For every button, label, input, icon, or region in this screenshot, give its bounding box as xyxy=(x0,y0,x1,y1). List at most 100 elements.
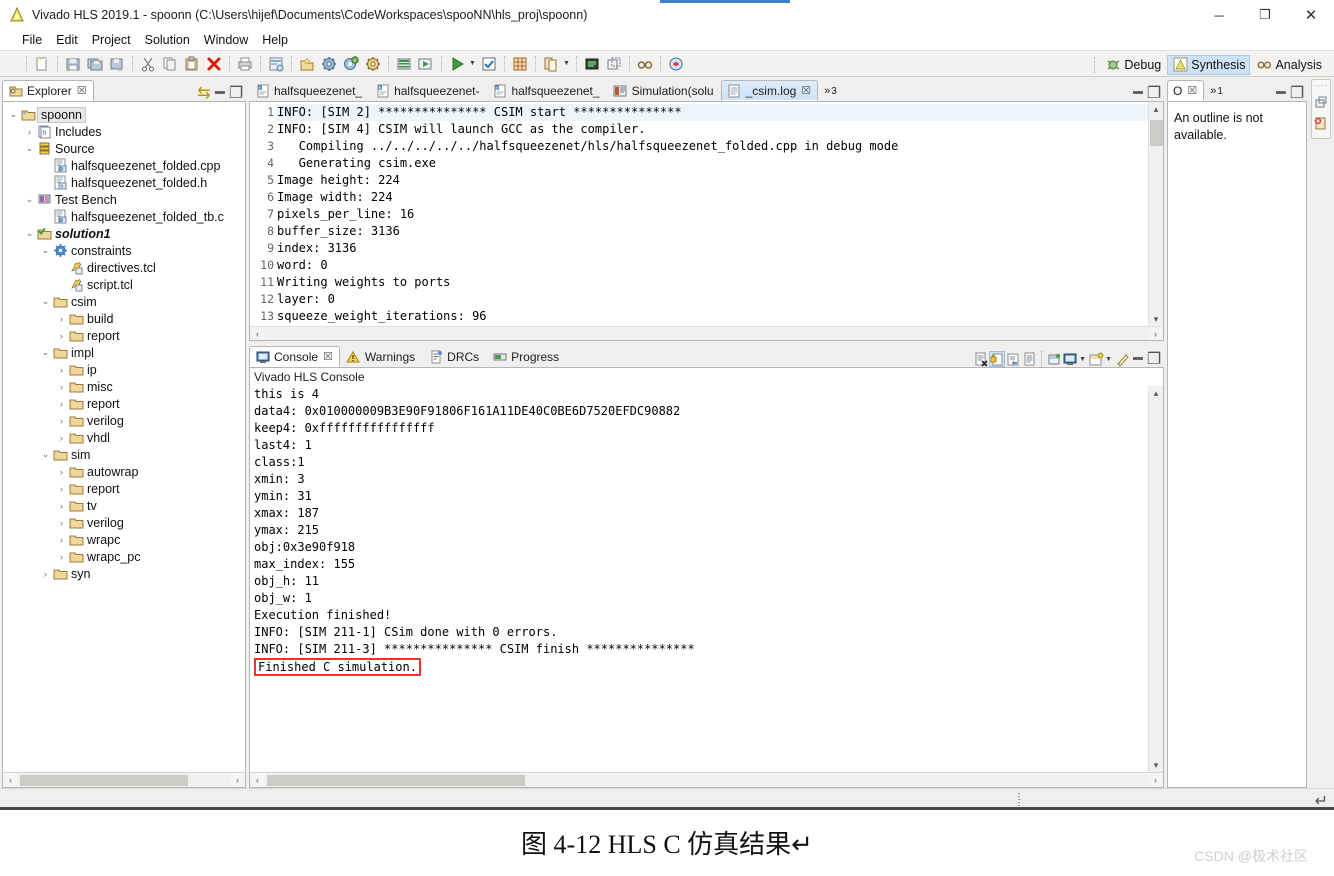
chevron-right-icon[interactable]: › xyxy=(55,552,68,562)
maximize-icon[interactable]: ❐ xyxy=(1146,351,1162,368)
menu-file[interactable]: File xyxy=(22,33,42,47)
tree-item-ip[interactable]: › ip xyxy=(3,361,245,378)
console-hscroll-thumb[interactable] xyxy=(267,774,525,786)
error-log-icon[interactable] xyxy=(1312,114,1330,134)
editor-tab-3[interactable]: Simulation(solu xyxy=(607,80,721,101)
pencil-icon[interactable] xyxy=(1114,351,1130,367)
editor-tab-4[interactable]: _csim.log ☒ xyxy=(720,80,819,101)
chevron-right-icon[interactable]: › xyxy=(55,416,68,426)
csim-log-content[interactable]: INFO: [SIM 2] *************** CSIM start… xyxy=(276,102,1148,326)
tree-item-report[interactable]: › report xyxy=(3,327,245,344)
maximize-icon[interactable]: ❐ xyxy=(228,85,244,102)
chevron-right-icon[interactable]: › xyxy=(55,433,68,443)
tree-item-verilog[interactable]: › verilog xyxy=(3,514,245,531)
display-console-dropdown-icon[interactable]: ▼ xyxy=(1079,356,1086,363)
tree-item-wrapc-pc[interactable]: › wrapc_pc xyxy=(3,548,245,565)
tab-explorer[interactable]: Explorer ☒ xyxy=(2,80,94,101)
clear-console-icon[interactable] xyxy=(973,351,989,367)
console-hscroll-track[interactable] xyxy=(265,773,1148,787)
tree-item-wrapc[interactable]: › wrapc xyxy=(3,531,245,548)
close-icon[interactable]: ☒ xyxy=(801,84,811,97)
delete-icon[interactable] xyxy=(204,54,224,74)
tree-item-test-bench[interactable]: ⌄ Test Bench xyxy=(3,191,245,208)
solution-settings-icon[interactable] xyxy=(319,54,339,74)
chevron-down-icon[interactable]: ⌄ xyxy=(7,109,20,120)
open-report-icon[interactable] xyxy=(416,54,436,74)
copy-solution-dropdown-icon[interactable]: ▼ xyxy=(563,60,570,67)
scroll-right-icon[interactable]: › xyxy=(230,775,245,785)
menu-project[interactable]: Project xyxy=(92,33,131,47)
chevron-down-icon[interactable]: ⌄ xyxy=(23,194,36,205)
new-solution-icon[interactable] xyxy=(297,54,317,74)
tree-item-spoonn[interactable]: ⌄ spoonn xyxy=(3,106,245,123)
editor-tab-1[interactable]: h halfsqueezenet- xyxy=(369,80,486,101)
tree-item-verilog[interactable]: › verilog xyxy=(3,412,245,429)
drag-handle-icon[interactable]: ···· xyxy=(1314,82,1329,90)
scroll-left-icon[interactable]: ‹ xyxy=(3,775,18,785)
run-icon[interactable] xyxy=(447,54,467,74)
tree-item-halfsqueezenet-folded-cpp[interactable]: halfsqueezenet_folded.cpp xyxy=(3,157,245,174)
copy-solution-icon[interactable] xyxy=(541,54,561,74)
close-button[interactable]: ✕ xyxy=(1288,0,1334,30)
outline-overflow[interactable]: » 1 xyxy=(1204,80,1230,101)
tree-item-solution1[interactable]: ⌄ solution1 xyxy=(3,225,245,242)
code-area[interactable]: 1 2 3 4 5 6 7 8 9 10 11 12 13 INFO: [SIM 2] ********… xyxy=(250,102,1163,326)
editor-tab-2[interactable]: c halfsqueezenet_ xyxy=(486,80,606,101)
tree-item-sim[interactable]: ⌄ sim xyxy=(3,446,245,463)
display-selected-console-icon[interactable] xyxy=(1062,351,1078,367)
editor-vscroll-thumb[interactable] xyxy=(1149,120,1163,146)
analysis-glasses-icon[interactable] xyxy=(635,54,655,74)
new-file-icon[interactable] xyxy=(32,54,52,74)
chevron-right-icon[interactable]: › xyxy=(55,365,68,375)
menu-edit[interactable]: Edit xyxy=(56,33,78,47)
cut-icon[interactable] xyxy=(138,54,158,74)
project-settings-icon[interactable] xyxy=(266,54,286,74)
minimize-icon[interactable]: ━ xyxy=(1130,85,1146,102)
editor-tab-overflow[interactable]: » 3 xyxy=(818,80,844,101)
restore-view-icon[interactable] xyxy=(1312,92,1330,112)
tree-item-csim[interactable]: ⌄ csim xyxy=(3,293,245,310)
paste-icon[interactable] xyxy=(182,54,202,74)
run-c-simulation-icon[interactable]: + xyxy=(341,54,361,74)
chevron-down-icon[interactable]: ⌄ xyxy=(39,296,52,307)
save-all-icon[interactable] xyxy=(85,54,105,74)
c-synthesis-icon[interactable] xyxy=(363,54,383,74)
editor-hscroll-track[interactable] xyxy=(265,327,1148,340)
editor-vscrollbar[interactable]: ▴ ▾ xyxy=(1148,102,1163,326)
tab-console[interactable]: Console ☒ xyxy=(249,346,340,367)
tree-item-build[interactable]: › build xyxy=(3,310,245,327)
scroll-right-icon[interactable]: › xyxy=(1148,775,1163,785)
pin-console-icon[interactable] xyxy=(1021,351,1037,367)
tree-item-tv[interactable]: › tv xyxy=(3,497,245,514)
explorer-hscrollbar[interactable]: ‹ › xyxy=(3,772,245,787)
scroll-down-icon[interactable]: ▾ xyxy=(1154,312,1159,326)
grid-icon[interactable] xyxy=(510,54,530,74)
scroll-up-icon[interactable]: ▴ xyxy=(1154,386,1159,400)
close-icon[interactable]: ☒ xyxy=(1187,84,1197,97)
chevron-right-icon[interactable]: › xyxy=(39,569,52,579)
minimize-button[interactable]: ─ xyxy=(1196,0,1242,30)
show-console-on-output-icon[interactable] xyxy=(1005,351,1021,367)
save-icon[interactable] xyxy=(63,54,83,74)
perspective-synthesis[interactable]: Synthesis xyxy=(1167,54,1251,75)
export-rtl-icon[interactable] xyxy=(394,54,414,74)
chevron-right-icon[interactable]: › xyxy=(55,399,68,409)
scroll-lock-icon[interactable] xyxy=(989,351,1006,367)
chevron-down-icon[interactable]: ⌄ xyxy=(39,245,52,256)
chevron-right-icon[interactable]: › xyxy=(55,467,68,477)
close-icon[interactable]: ☒ xyxy=(77,84,87,97)
tree-item-vhdl[interactable]: › vhdl xyxy=(3,429,245,446)
open-console-icon[interactable] xyxy=(1046,351,1062,367)
chevron-right-icon[interactable]: › xyxy=(55,484,68,494)
tree-item-report[interactable]: › report xyxy=(3,395,245,412)
close-icon[interactable]: ☒ xyxy=(323,350,333,363)
menu-help[interactable]: Help xyxy=(262,33,288,47)
chevron-down-icon[interactable]: ⌄ xyxy=(23,228,36,239)
minimize-icon[interactable]: ━ xyxy=(1273,85,1289,102)
maximize-icon[interactable]: ❐ xyxy=(1289,85,1305,102)
scroll-right-icon[interactable]: › xyxy=(1148,329,1163,339)
tab-warnings[interactable]: Warnings xyxy=(340,346,422,367)
chevron-right-icon[interactable]: › xyxy=(55,382,68,392)
new-console-view-icon[interactable] xyxy=(1088,351,1104,367)
chevron-down-icon[interactable]: ⌄ xyxy=(23,143,36,154)
